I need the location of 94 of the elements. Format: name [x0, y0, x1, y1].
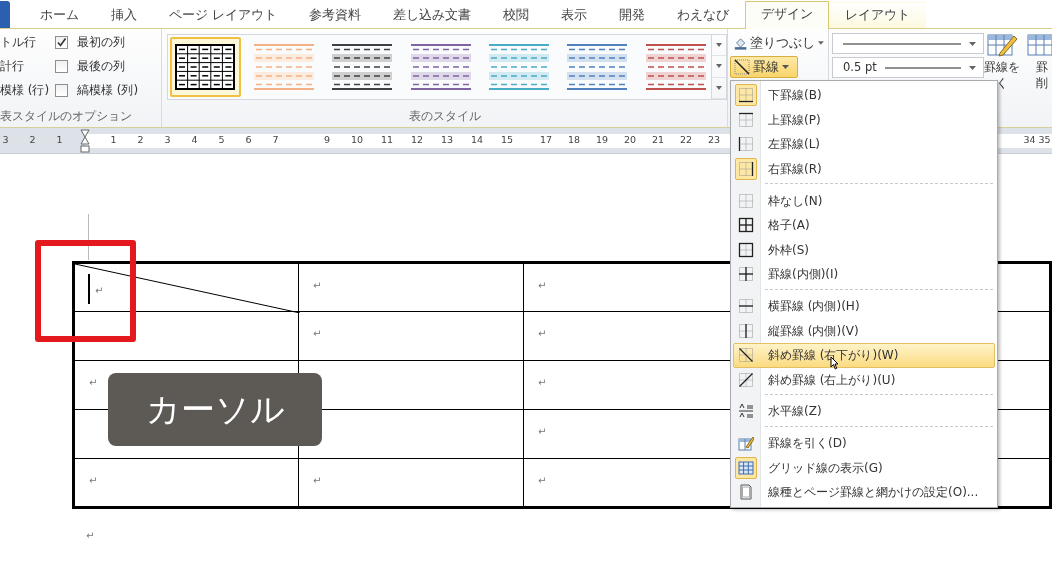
menu-item[interactable]: 斜め罫線 (右上がり)(U) — [733, 367, 995, 393]
menu-item[interactable]: 右罫線(R) — [733, 156, 995, 182]
ribbon-tab[interactable]: ページ レイアウト — [153, 2, 293, 28]
paragraph-mark: ↵ — [313, 328, 322, 339]
caret-icon — [818, 41, 824, 45]
menu-item[interactable]: 格子(A) — [733, 212, 995, 238]
checkbox[interactable] — [55, 60, 68, 73]
shading-button[interactable]: 塗りつぶし — [730, 32, 828, 54]
caret-icon — [715, 84, 723, 91]
borders-button[interactable]: 罫線 — [730, 56, 798, 78]
ruler-number: 14 — [469, 133, 485, 148]
ruler-number: 5 — [217, 133, 226, 148]
paragraph-mark: ↵ — [538, 280, 547, 291]
pencil-table-icon — [986, 31, 1018, 59]
solid-line-icon — [884, 65, 961, 70]
ribbon-tab[interactable]: 挿入 — [95, 2, 153, 28]
ruler-number: 1 — [109, 133, 118, 148]
paragraph-mark: ↵ — [95, 285, 104, 296]
ruler-number: 11 — [379, 133, 395, 148]
ribbon-tab[interactable]: ホーム — [24, 2, 95, 28]
paragraph-mark: ↵ — [89, 377, 98, 388]
caret-icon — [715, 63, 723, 70]
ribbon-tab[interactable]: 参考資料 — [293, 2, 377, 28]
ruler-number: 7 — [271, 133, 280, 148]
ruler-number: 12 — [409, 133, 425, 148]
checkbox-label: 最初の列 — [77, 34, 125, 51]
menu-item[interactable]: グリッド線の表示(G) — [733, 455, 995, 480]
checkbox-label: 最後の列 — [77, 58, 125, 75]
ruler-number: 35 — [1037, 133, 1052, 148]
ribbon-tab[interactable]: 表示 — [545, 2, 603, 28]
ruler-number: 4 — [190, 133, 199, 148]
ribbon-tab[interactable]: わえなび — [661, 2, 745, 28]
menu-item[interactable]: 左罫線(L) — [733, 132, 995, 157]
paragraph-mark: ↵ — [313, 280, 322, 291]
menu-item[interactable]: 外枠(S) — [733, 237, 995, 263]
menu-item[interactable]: 縦罫線 (内側)(V) — [733, 318, 995, 343]
caret-icon — [782, 65, 789, 69]
paragraph-mark: ↵ — [313, 475, 322, 486]
caret-icon — [715, 42, 723, 49]
ruler-number: 19 — [594, 133, 610, 148]
ribbon-tab[interactable]: レイアウト — [829, 2, 926, 28]
ruler-number: 2 — [28, 133, 37, 148]
ruler-number: 34 — [1022, 133, 1037, 148]
ribbon-tab[interactable]: 開発 — [603, 2, 661, 28]
paragraph-mark: ↵ — [86, 529, 95, 543]
paint-bucket-icon — [734, 35, 748, 51]
paragraph-mark: ↵ — [538, 475, 547, 486]
menu-item[interactable]: 横罫線 (内側)(H) — [733, 293, 995, 319]
checkbox[interactable] — [55, 84, 68, 97]
table-icon — [1026, 31, 1052, 59]
ruler-number: 22 — [678, 133, 694, 148]
option-label: 模様 (行) — [0, 82, 51, 99]
caret-icon — [968, 65, 976, 70]
ruler-number: 6 — [244, 133, 253, 148]
caret-icon — [969, 41, 976, 46]
ruler-number: 3 — [163, 133, 172, 148]
ruler-number: 10 — [349, 133, 365, 148]
table-style-thumbnail[interactable] — [170, 37, 241, 97]
diagonal-border-icon — [734, 59, 750, 75]
ruler-number: 20 — [622, 133, 638, 148]
ribbon-tab[interactable]: デザイン — [745, 1, 829, 29]
ruler-number: 18 — [566, 133, 582, 148]
ribbon-large-button[interactable]: 罫 削 — [1026, 31, 1052, 127]
paragraph-mark: ↵ — [538, 426, 547, 437]
ruler-number: 23 — [706, 133, 722, 148]
group-label: 表スタイルのオプション — [0, 108, 133, 125]
menu-item[interactable]: 罫線(内側)(I) — [733, 262, 995, 287]
menu-item[interactable]: 枠なし(N) — [733, 188, 995, 213]
line-weight-dropdown[interactable]: 0.5 pt — [832, 57, 984, 78]
ruler-number: 9 — [322, 133, 331, 148]
ruler-number: 3 — [1, 133, 10, 148]
checkbox[interactable] — [55, 36, 68, 49]
indent-marker[interactable] — [80, 129, 90, 153]
ruler-number: 21 — [650, 133, 666, 148]
menu-item[interactable]: 線種とページ罫線と網かけの設定(O)... — [733, 479, 995, 505]
ribbon-tab[interactable]: 差し込み文書 — [377, 2, 487, 28]
paragraph-mark: ↵ — [89, 475, 98, 486]
line-style-dropdown[interactable] — [832, 33, 984, 54]
ruler-number: 13 — [439, 133, 455, 148]
ruler-number: 1 — [55, 133, 64, 148]
menu-item[interactable]: 罫線を引く(D) — [733, 430, 995, 456]
solid-line-icon — [843, 41, 961, 46]
ruler-number: 17 — [538, 133, 554, 148]
option-label: 計行 — [0, 58, 25, 75]
ruler-number: 2 — [136, 133, 145, 148]
group-label: 表のスタイル — [407, 108, 482, 125]
ribbon-tab[interactable]: 校閲 — [487, 2, 545, 28]
ruler-number: 15 — [499, 133, 515, 148]
menu-item[interactable]: 水平線(Z) — [733, 399, 995, 424]
caption-label: カーソル — [108, 373, 322, 446]
option-label: トル行 — [0, 34, 37, 51]
checkbox-label: 縞模様 (列) — [77, 82, 139, 99]
paragraph-mark: ↵ — [538, 328, 547, 339]
paragraph-mark: ↵ — [538, 377, 547, 388]
